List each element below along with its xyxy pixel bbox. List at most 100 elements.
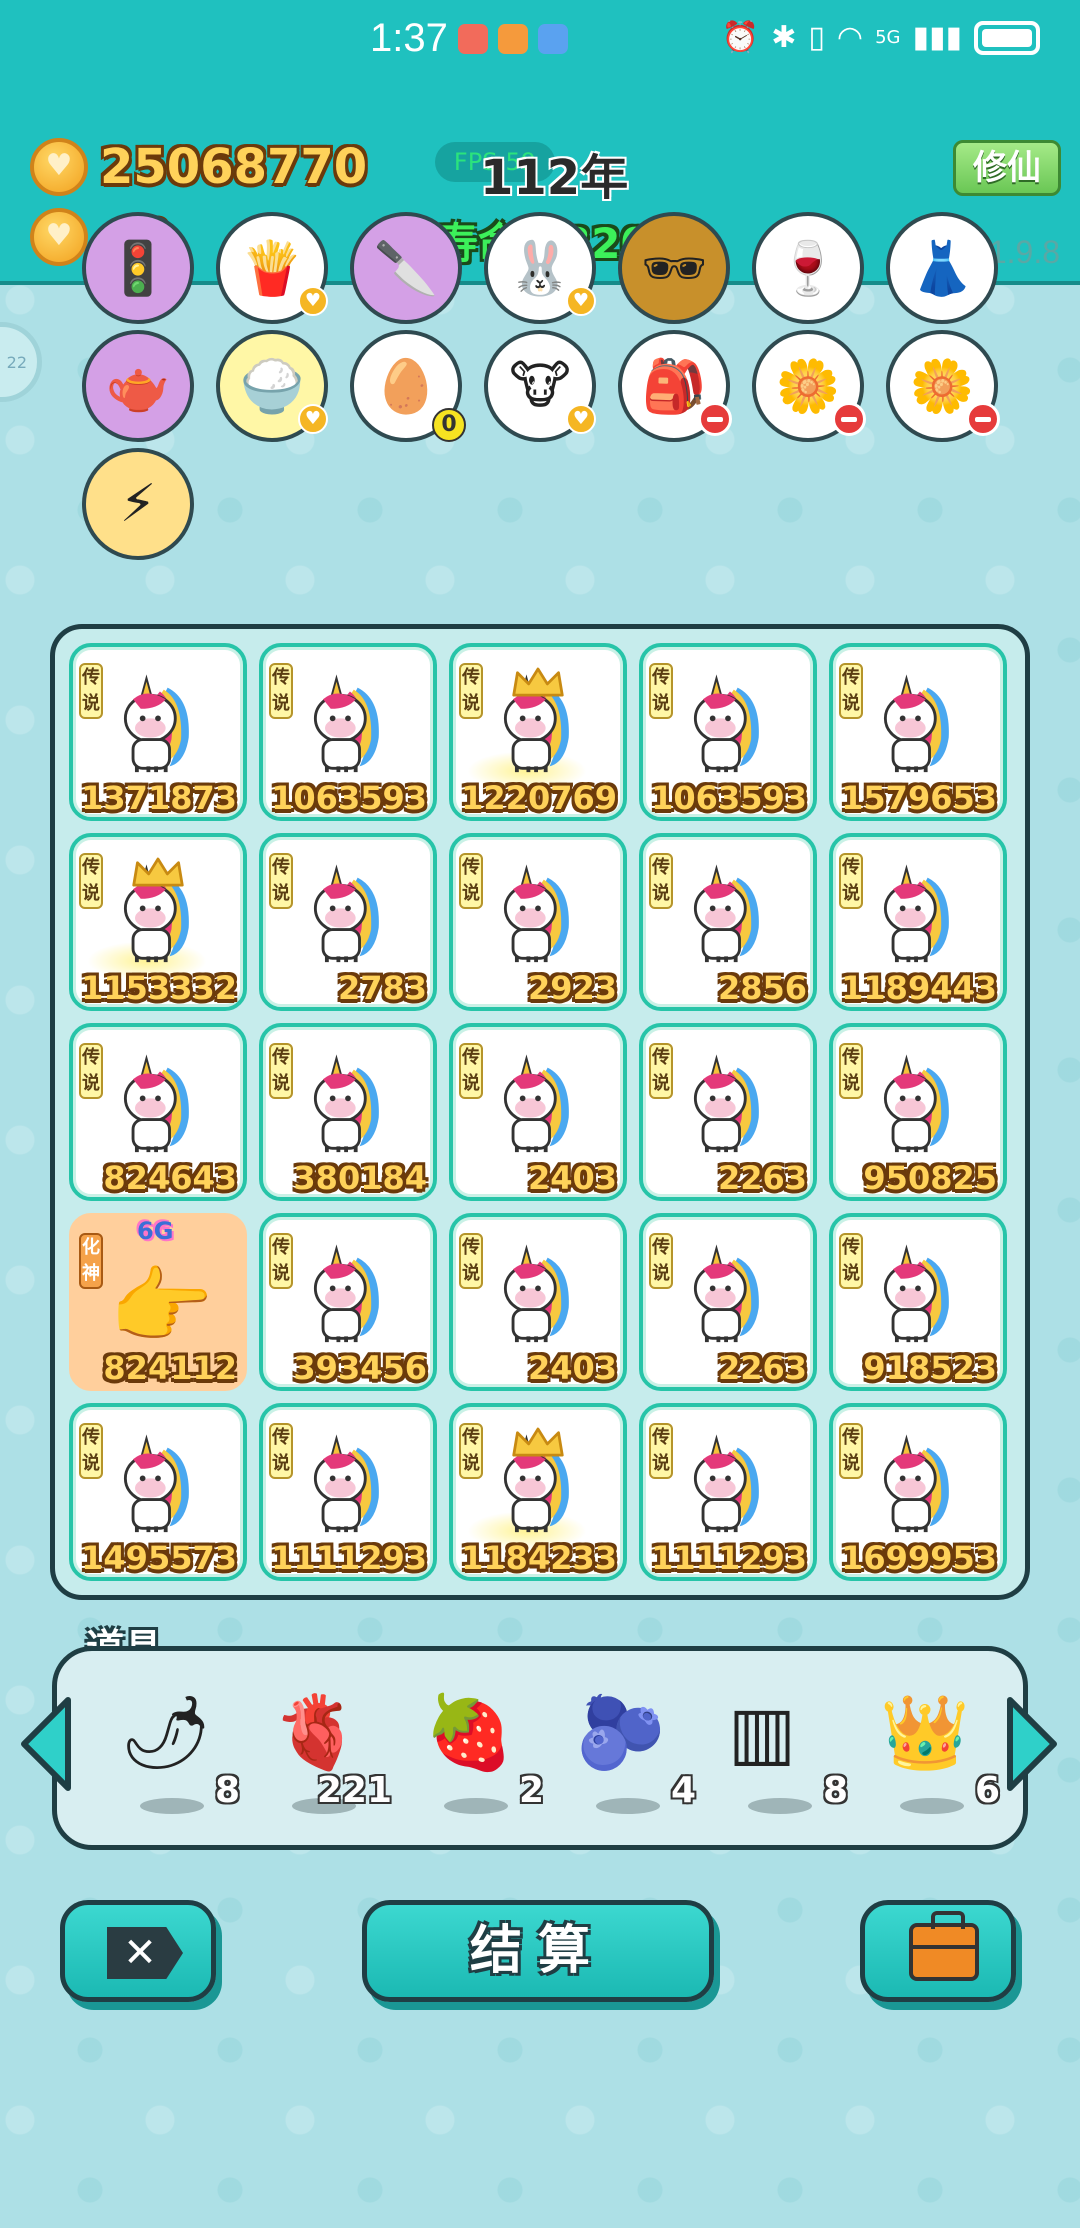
board-cell[interactable]: 传说 1189443	[829, 833, 1007, 1011]
settle-button[interactable]: 结算	[362, 1900, 714, 2002]
app-notification-icon	[458, 24, 488, 54]
board-cell[interactable]: 传说 2783	[259, 833, 437, 1011]
battery-icon	[974, 20, 1040, 55]
board-cell[interactable]: 传说 2263	[639, 1023, 817, 1201]
board-cell[interactable]: 传说 2856	[639, 833, 817, 1011]
item-count: 8	[214, 1770, 240, 1811]
board-cell-special[interactable]: 化神 6G 👉 824112	[69, 1213, 247, 1391]
remove-badge-icon[interactable]	[698, 402, 732, 436]
item-slot[interactable]: 🍓 2	[404, 1688, 544, 1818]
sunglasses-icon[interactable]: 🕶	[618, 212, 730, 324]
cow-pair-icon[interactable]: 🐮 ♥	[484, 330, 596, 442]
rarity-tag: 传说	[269, 1423, 293, 1479]
fries-icon[interactable]: 🍟 ♥	[216, 212, 328, 324]
scroll-left-arrow-icon[interactable]	[18, 1694, 74, 1794]
board-cell[interactable]: 传说 1111293	[639, 1403, 817, 1581]
pointing-hand-icon: 👉	[109, 1257, 214, 1355]
gravy-boat-icon[interactable]: 🫖	[82, 330, 194, 442]
board-cell[interactable]: 传说 1063593	[259, 643, 437, 821]
heart-potion-icon[interactable]: 🍷	[752, 212, 864, 324]
health-app-icon	[498, 24, 528, 54]
item-slot[interactable]: 🫐 4	[556, 1688, 696, 1818]
remove-badge-icon[interactable]	[966, 402, 1000, 436]
cell-value: 1371873	[81, 779, 237, 817]
xiuxian-button[interactable]: 修仙	[953, 140, 1061, 196]
rarity-tag: 传说	[649, 1423, 673, 1479]
item-slot[interactable]: 👑 6	[860, 1688, 1000, 1818]
flower-pot-icon[interactable]: 🌼	[886, 330, 1000, 442]
sack-icon[interactable]: 🎒	[618, 330, 732, 442]
rarity-tag: 传说	[269, 1233, 293, 1289]
cleaver-icon[interactable]: 🔪	[350, 212, 462, 324]
unicorn-icon	[298, 1428, 394, 1538]
board-cell[interactable]: 传说 824643	[69, 1023, 247, 1201]
sunglasses-glyph: 🕶	[640, 238, 707, 299]
cell-value: 1579653	[841, 779, 997, 817]
liver-icon: 🫀	[272, 1690, 362, 1774]
rarity-tag: 传说	[79, 853, 103, 909]
rice-bowl-icon[interactable]: 🍚 ♥	[216, 330, 328, 442]
item-slot[interactable]: 🫀 221	[252, 1688, 392, 1818]
board-cell[interactable]: 传说 393456	[259, 1213, 437, 1391]
item-count: 8	[822, 1770, 848, 1811]
rarity-tag: 传说	[269, 853, 293, 909]
unicorn-icon	[108, 1048, 204, 1158]
cell-value: 393456	[293, 1349, 427, 1387]
floating-side-button[interactable]: 22	[0, 322, 42, 402]
board-cell[interactable]: 传说 380184	[259, 1023, 437, 1201]
board-cell[interactable]: 传说 1371873	[69, 643, 247, 821]
inventory-button[interactable]	[860, 1900, 1016, 2002]
rarity-tag: 传说	[839, 1043, 863, 1099]
board-cell[interactable]: 传说 918523	[829, 1213, 1007, 1391]
flower-pot-icon[interactable]: 🌼	[752, 330, 866, 442]
coin-icon	[30, 138, 88, 196]
network-label: 5G	[875, 27, 901, 48]
count-badge: 0	[432, 408, 466, 442]
rarity-tag: 传说	[649, 663, 673, 719]
board-cell[interactable]: 传说 1184233	[449, 1403, 627, 1581]
bluetooth-icon: ✱	[771, 20, 797, 55]
scroll-right-arrow-icon[interactable]	[1004, 1694, 1060, 1794]
skirt-glyph: 👗	[909, 238, 975, 299]
remove-badge-icon[interactable]	[832, 402, 866, 436]
cell-value: 1220769	[461, 779, 617, 817]
board-cell[interactable]: 传说 2923	[449, 833, 627, 1011]
board-cell[interactable]: 传说 1495573	[69, 1403, 247, 1581]
merge-board: 传说 1371873 传说 1063593 传说 1220769 传说 1063593 传说 15…	[50, 624, 1030, 1600]
status-bar: 1:37 ⏰ ✱ ▯ ◠ 5G ▮▮▮	[0, 0, 1080, 80]
coin-count: 25068770	[100, 139, 368, 195]
unicorn-icon	[298, 668, 394, 778]
item-count: 4	[670, 1770, 696, 1811]
cell-value: 1063593	[271, 779, 427, 817]
lightning-icon[interactable]: ⚡	[82, 448, 194, 560]
board-cell[interactable]: 传说 1579653	[829, 643, 1007, 821]
unicorn-icon	[298, 1238, 394, 1348]
item-slot[interactable]: ▥ 8	[708, 1688, 848, 1818]
flower-pot-glyph: 🌼	[775, 356, 841, 417]
board-cell[interactable]: 传说 1153332	[69, 833, 247, 1011]
board-cell[interactable]: 传说 2403	[449, 1023, 627, 1201]
unicorn-icon	[868, 1048, 964, 1158]
skirt-icon[interactable]: 👗	[886, 212, 998, 324]
unicorn-icon	[868, 1428, 964, 1538]
settle-label: 结算	[469, 1921, 606, 1981]
heart-badge-icon: ♥	[566, 404, 596, 434]
egg-tray-icon[interactable]: 🥚 0	[350, 330, 466, 442]
item-slot[interactable]: 🌶 8	[100, 1688, 240, 1818]
board-cell[interactable]: 传说 1111293	[259, 1403, 437, 1581]
cell-value: 1111293	[271, 1539, 427, 1577]
rabbit-icon[interactable]: 🐰 ♥	[484, 212, 596, 324]
board-cell[interactable]: 传说 1220769	[449, 643, 627, 821]
rarity-tag: 传说	[649, 853, 673, 909]
board-cell[interactable]: 传说 1699953	[829, 1403, 1007, 1581]
cell-value: 2263	[717, 1159, 807, 1197]
cell-value: 2403	[527, 1159, 617, 1197]
close-button[interactable]: ✕	[60, 1900, 216, 2002]
rarity-tag: 化神	[79, 1233, 103, 1289]
item-shadow	[596, 1798, 660, 1814]
board-cell[interactable]: 传说 2263	[639, 1213, 817, 1391]
board-cell[interactable]: 传说 2403	[449, 1213, 627, 1391]
board-cell[interactable]: 传说 950825	[829, 1023, 1007, 1201]
board-cell[interactable]: 传说 1063593	[639, 643, 817, 821]
ghost-sign-icon[interactable]: 🚦	[82, 212, 194, 324]
